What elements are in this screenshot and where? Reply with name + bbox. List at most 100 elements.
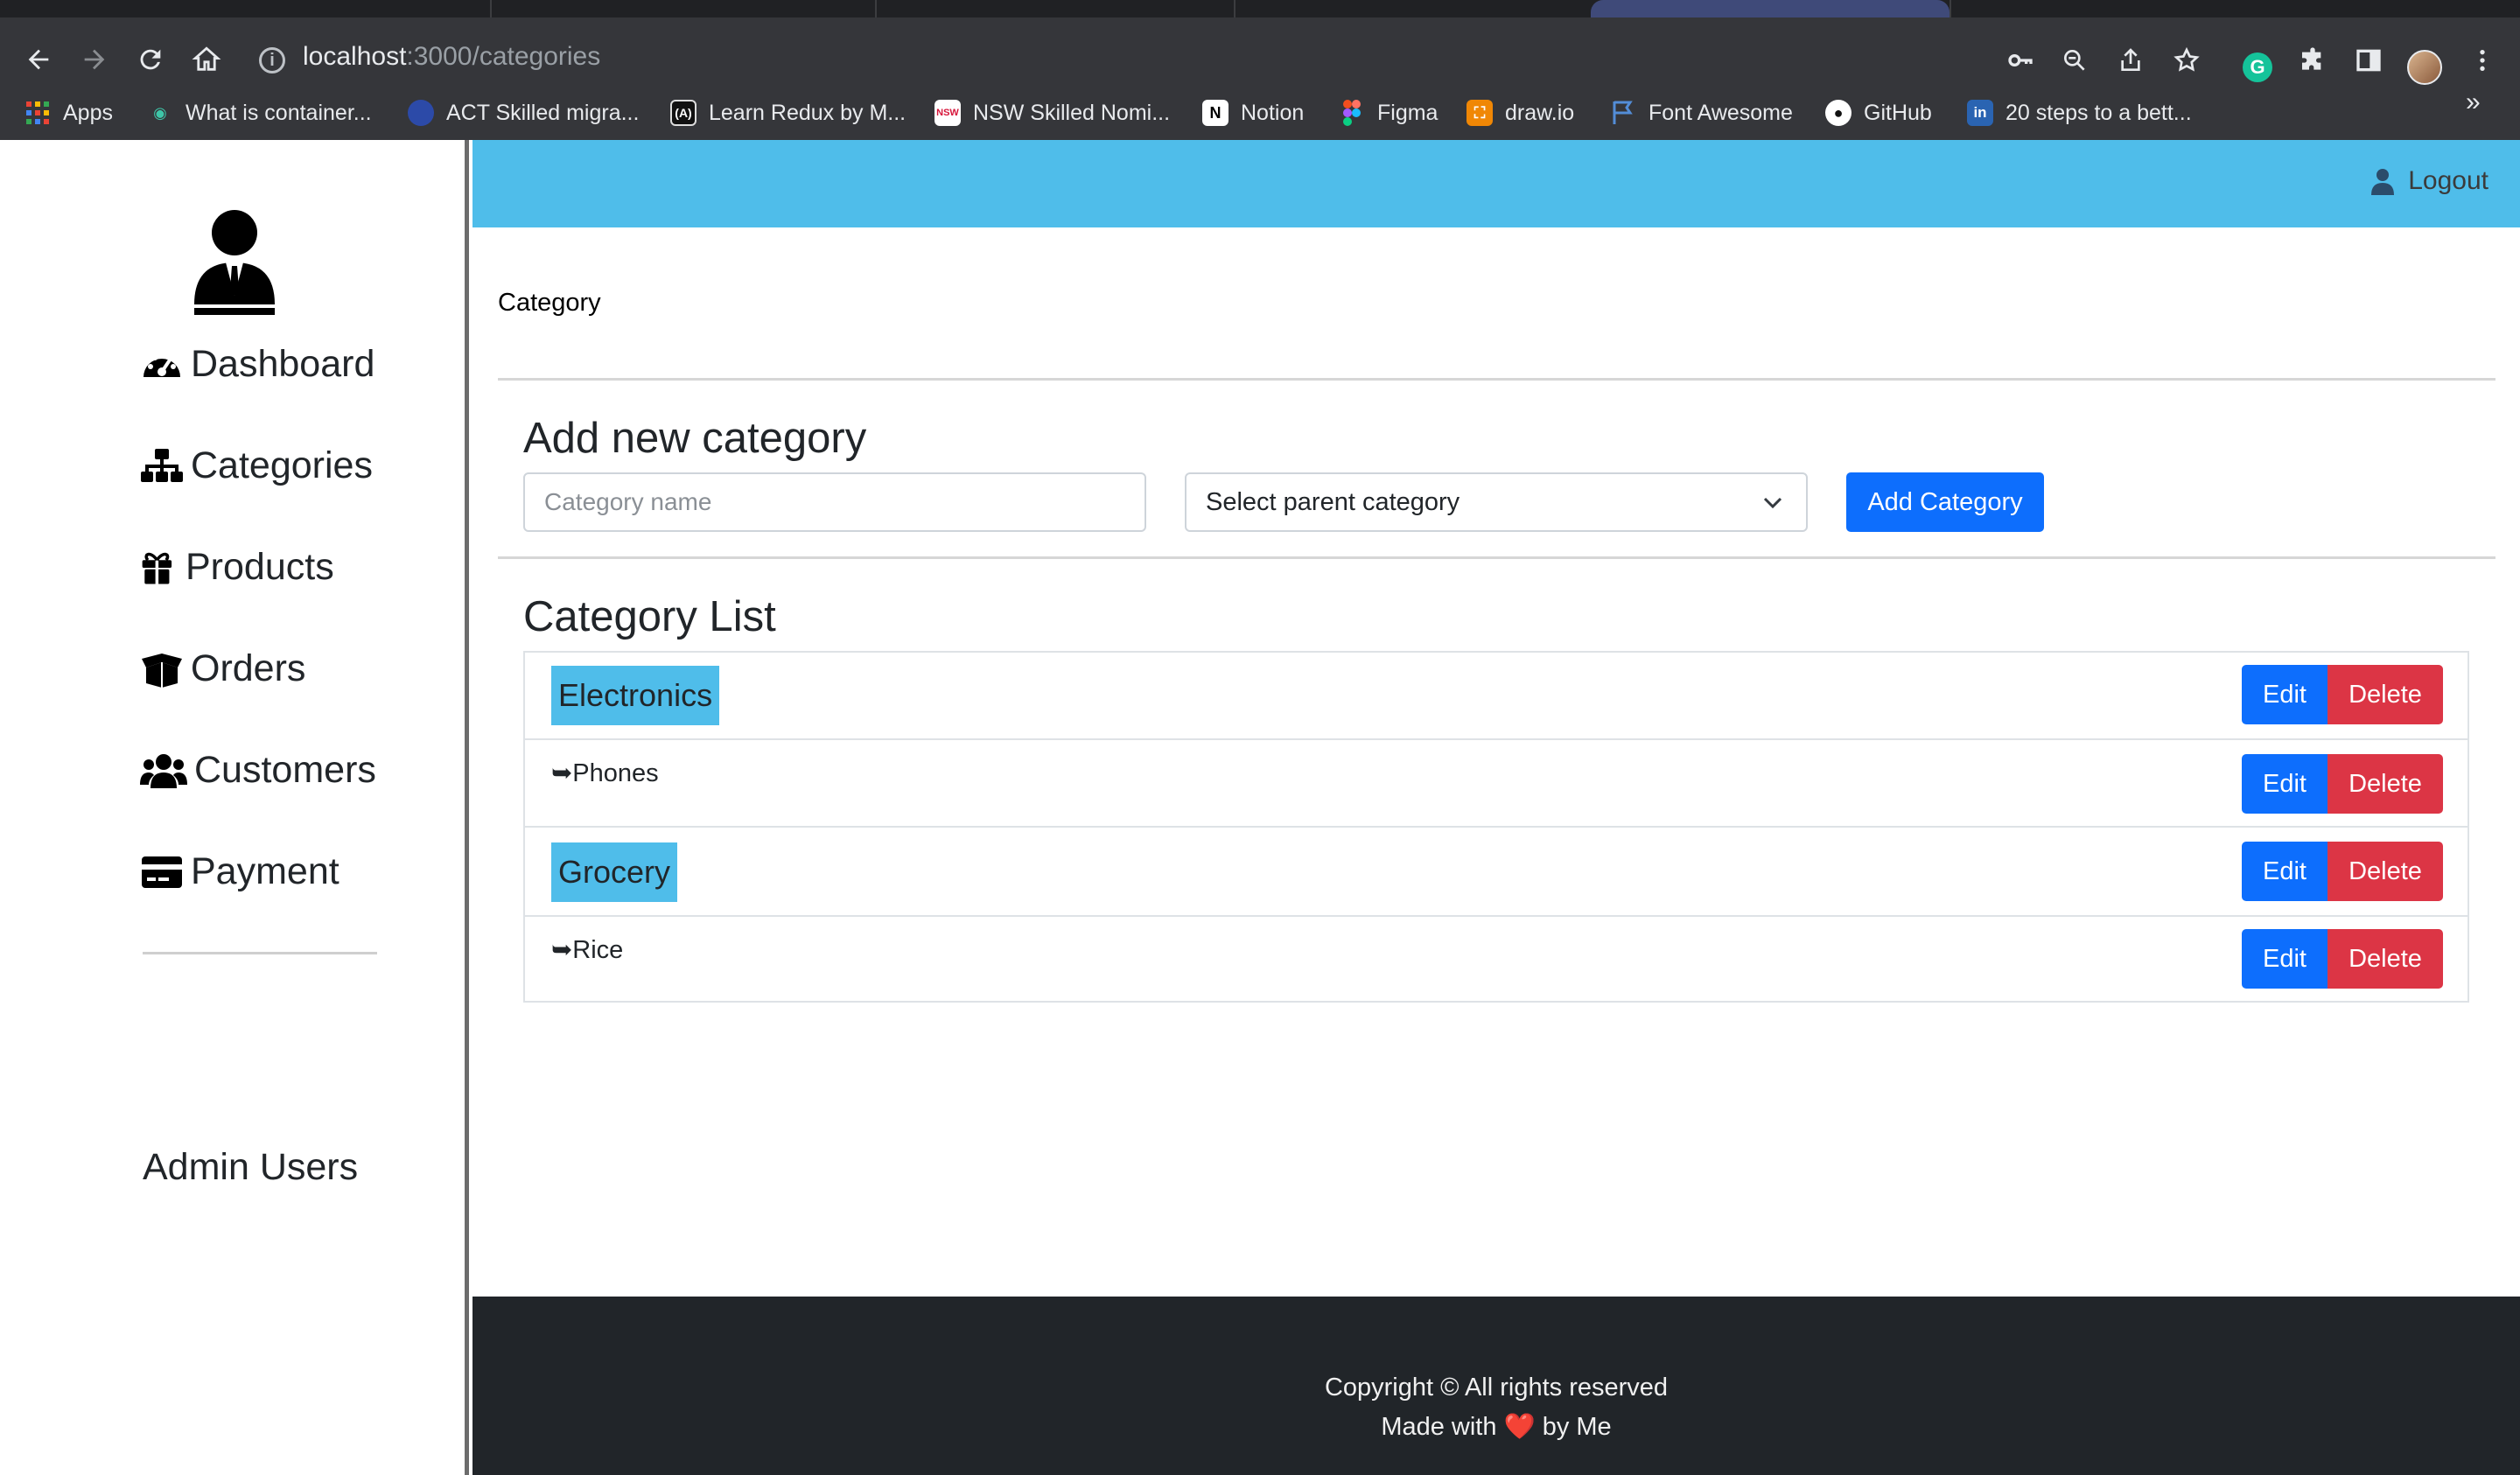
share-icon[interactable] xyxy=(2114,44,2147,77)
add-category-heading: Add new category xyxy=(523,415,867,462)
gift-icon xyxy=(142,552,172,584)
page-title: Category xyxy=(498,289,601,317)
logout-button[interactable]: Logout xyxy=(2370,166,2488,196)
browser-tab-active[interactable] xyxy=(1591,0,1950,17)
sidebar-item-label: Products xyxy=(186,546,334,588)
eye-icon: ◉ xyxy=(153,103,167,122)
sidebar-item-label: Dashboard xyxy=(191,343,375,385)
category-name-input[interactable] xyxy=(523,472,1146,532)
bookmarks-bar: Apps ◉ What is container... ACT Skilled … xyxy=(0,86,2520,140)
bookmark-item[interactable]: Figma xyxy=(1339,91,1438,135)
zoom-icon[interactable] xyxy=(2058,44,2091,77)
box-open-icon xyxy=(142,653,182,688)
arrow-left-icon xyxy=(28,49,49,70)
bookmark-label: GitHub xyxy=(1864,100,1932,125)
back-button[interactable] xyxy=(12,33,65,86)
sidebar-item-dashboard[interactable]: Dashboard xyxy=(140,343,374,386)
profile-avatar[interactable] xyxy=(2407,50,2442,85)
list-item: ➥Rice Edit Delete xyxy=(525,917,2468,1001)
url-path: :3000/categories xyxy=(406,42,601,71)
edit-button[interactable]: Edit xyxy=(2242,842,2328,901)
bookmarks-overflow-button[interactable]: » xyxy=(2466,87,2481,117)
bookmark-label: ACT Skilled migra... xyxy=(446,100,640,125)
browser-tab[interactable] xyxy=(1234,0,1584,17)
users-icon xyxy=(140,753,187,788)
add-category-button[interactable]: Add Category xyxy=(1846,472,2044,532)
parent-category-select[interactable]: Select parent category xyxy=(1185,472,1808,532)
sidebar-item-admin-users[interactable]: Admin Users xyxy=(143,1146,358,1189)
parent-category-select-value: Select parent category xyxy=(1206,487,1460,516)
bookmark-label: Figma xyxy=(1377,100,1438,125)
chevron-down-icon xyxy=(1763,497,1782,509)
drawio-icon: ⛶ xyxy=(1466,100,1493,126)
bookmark-label: NSW Skilled Nomi... xyxy=(973,100,1171,125)
key-icon[interactable] xyxy=(2004,44,2037,77)
edit-button[interactable]: Edit xyxy=(2242,754,2328,814)
bookmark-item[interactable]: N Notion xyxy=(1202,91,1304,135)
bookmark-label: Font Awesome xyxy=(1648,100,1793,125)
category-list: Electronics Edit Delete ➥Phones Edit Del… xyxy=(523,651,2469,1003)
made-with-text: Made with ❤️ by Me xyxy=(472,1412,2520,1442)
address-bar[interactable]: localhost:3000/categories xyxy=(303,42,600,72)
forward-button[interactable] xyxy=(68,33,121,86)
bookmark-item[interactable]: ● GitHub xyxy=(1825,91,1932,135)
delete-button[interactable]: Delete xyxy=(2328,929,2443,989)
react-icon: (A) xyxy=(670,100,696,126)
admin-user-logo-icon xyxy=(194,210,275,315)
site-info-icon[interactable]: i xyxy=(259,47,285,73)
edit-button[interactable]: Edit xyxy=(2242,929,2328,989)
home-button[interactable] xyxy=(180,33,233,86)
sidebar-item-payment[interactable]: Payment xyxy=(140,850,340,893)
bookmark-item[interactable]: Font Awesome xyxy=(1610,91,1793,135)
bookmark-item[interactable]: (A) Learn Redux by M... xyxy=(670,91,906,135)
figma-icon xyxy=(1339,100,1365,126)
bookmark-star-icon[interactable] xyxy=(2170,44,2203,77)
bookmark-apps[interactable]: Apps xyxy=(24,91,113,135)
bookmark-item[interactable]: in 20 steps to a bett... xyxy=(1967,91,2192,135)
browser-tab[interactable] xyxy=(1950,0,2387,17)
sidebar-item-categories[interactable]: Categories xyxy=(140,444,373,487)
bookmark-label: Apps xyxy=(63,100,113,125)
bookmark-label: 20 steps to a bett... xyxy=(2006,100,2192,125)
reload-icon xyxy=(140,49,161,70)
top-header-bar: Logout xyxy=(472,140,2520,227)
gauge-icon xyxy=(144,354,180,377)
bookmark-item[interactable]: ◉ What is container... xyxy=(147,91,371,135)
edit-button[interactable]: Edit xyxy=(2242,665,2328,724)
credit-card-icon xyxy=(142,856,182,888)
nsw-icon: NSW xyxy=(934,100,961,126)
notion-icon: N xyxy=(1202,100,1228,126)
heart-icon: ❤️ xyxy=(1503,1413,1536,1441)
category-name: Electronics xyxy=(551,666,720,725)
delete-button[interactable]: Delete xyxy=(2328,842,2443,901)
browser-menu-icon[interactable] xyxy=(2466,44,2499,77)
bookmark-item[interactable]: ⛶ draw.io xyxy=(1466,91,1574,135)
apps-grid-icon xyxy=(24,100,51,126)
delete-button[interactable]: Delete xyxy=(2328,754,2443,814)
bookmark-item[interactable]: ACT Skilled migra... xyxy=(408,91,639,135)
reload-button[interactable] xyxy=(124,33,177,86)
sidebar-item-customers[interactable]: Customers xyxy=(140,749,376,792)
arrow-right-icon xyxy=(84,49,105,70)
grammarly-extension-icon[interactable]: G xyxy=(2243,52,2272,82)
browser-tab-strip xyxy=(0,0,2520,17)
sidebar-item-orders[interactable]: Orders xyxy=(140,647,305,690)
extensions-puzzle-icon[interactable] xyxy=(2296,44,2329,77)
browser-tab[interactable] xyxy=(490,0,875,17)
bookmark-item[interactable]: NSW NSW Skilled Nomi... xyxy=(934,91,1170,135)
browser-tab[interactable] xyxy=(875,0,1234,17)
sidebar-item-products[interactable]: Products xyxy=(140,546,334,589)
list-item: Electronics Edit Delete xyxy=(525,653,2468,740)
user-icon xyxy=(2371,169,2395,195)
bookmark-label: Learn Redux by M... xyxy=(709,100,906,125)
sidebar-item-label: Categories xyxy=(191,444,373,486)
divider xyxy=(498,378,2496,381)
flag-icon xyxy=(1610,100,1636,126)
subcategory-name: ➥Phones xyxy=(551,759,659,787)
divider xyxy=(498,556,2496,559)
delete-button[interactable]: Delete xyxy=(2328,665,2443,724)
bookmark-label: draw.io xyxy=(1505,100,1575,125)
category-list-heading: Category List xyxy=(523,593,776,640)
side-panel-icon[interactable] xyxy=(2352,44,2385,77)
subcategory-name: ➥Rice xyxy=(551,936,624,964)
